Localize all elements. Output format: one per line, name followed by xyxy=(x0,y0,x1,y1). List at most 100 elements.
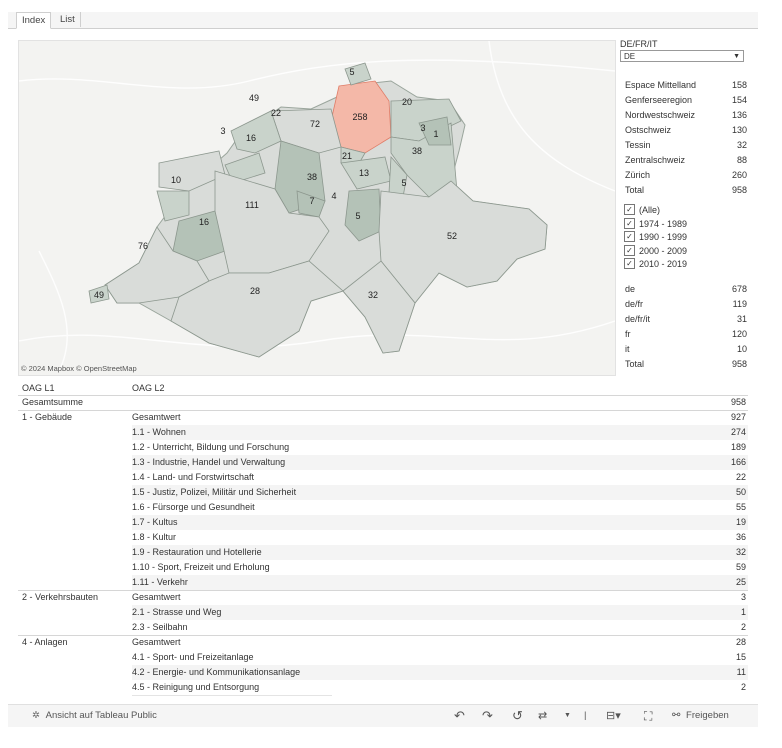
map-attribution[interactable]: © 2024 Mapbox © OpenStreetMap xyxy=(21,364,137,373)
count-cell: 11 xyxy=(736,667,746,677)
label-graubuenden: 52 xyxy=(447,231,457,241)
count-cell: 274 xyxy=(730,427,746,437)
redo-icon[interactable]: ↷ xyxy=(482,705,493,727)
region-row[interactable]: Espace Mittelland 158 xyxy=(625,78,747,93)
label-valais: 28 xyxy=(250,286,260,296)
table-row[interactable]: 1.10 - Sport, Freizeit und Erholung 59 xyxy=(18,560,748,575)
table-row[interactable]: 1.3 - Industrie, Handel und Verwaltung 16… xyxy=(18,455,748,470)
language-row[interactable]: Total 958 xyxy=(625,357,747,372)
oag-l2-cell: 4.1 - Sport- und Freizeitanlage xyxy=(132,652,254,662)
label-geneva: 49 xyxy=(94,290,104,300)
checkbox-checked-icon[interactable]: ✓ xyxy=(624,204,635,216)
language-filter-title: DE/FR/IT xyxy=(620,39,658,49)
label-stgallen: 38 xyxy=(412,146,422,156)
tab-index[interactable]: Index xyxy=(16,12,52,29)
label-uri: 5 xyxy=(355,211,360,221)
share-icon: ⚯ xyxy=(672,710,681,721)
refresh-dropdown-icon[interactable]: ▼ xyxy=(564,705,571,727)
table-row[interactable]: 1.8 - Kultur 36 xyxy=(18,530,748,545)
undo-icon[interactable]: ↶ xyxy=(454,705,465,727)
region-row[interactable]: Total 958 xyxy=(625,183,747,198)
label-appenzell-ar: 3 xyxy=(420,123,425,133)
label-glarus: 5 xyxy=(401,178,406,188)
table-row[interactable]: 2.3 - Seilbahn 2 xyxy=(18,620,748,635)
fullscreen-icon[interactable]: ⛶ xyxy=(644,705,652,727)
count-cell: 927 xyxy=(730,412,746,422)
table-row[interactable]: 1.2 - Unterricht, Bildung und Forschung 1… xyxy=(18,440,748,455)
label-schaffhausen: 5 xyxy=(349,67,354,77)
oag-l2-cell: 1.7 - Kultus xyxy=(132,517,178,527)
region-value: 158 xyxy=(731,80,747,90)
count-cell: 32 xyxy=(735,547,746,557)
table-row[interactable]: 1.1 - Wohnen 274 xyxy=(18,425,748,440)
period-checkbox[interactable]: ✓ (Alle) xyxy=(624,204,660,217)
table-row[interactable]: 1.7 - Kultus 19 xyxy=(18,515,748,530)
language-row[interactable]: it 10 xyxy=(625,342,747,357)
region-row[interactable]: Genferseeregion 154 xyxy=(625,93,747,108)
oag-l2-cell: 4.2 - Energie- und Kommunikationsanlage xyxy=(132,667,301,677)
label-fribourg: 16 xyxy=(199,217,209,227)
region-row[interactable]: Tessin 32 xyxy=(625,138,747,153)
table-row[interactable]: 1.6 - Fürsorge und Gesundheit 55 xyxy=(18,500,748,515)
checkbox-checked-icon[interactable]: ✓ xyxy=(624,217,635,229)
oag-l2-cell: 1.4 - Land- und Forstwirtschaft xyxy=(132,472,255,482)
checkbox-checked-icon[interactable]: ✓ xyxy=(624,244,635,256)
region-value: 154 xyxy=(731,95,747,105)
table-row[interactable]: 2 - Verkehrsbauten Gesamtwert 3 xyxy=(18,590,748,605)
grand-total-value: 958 xyxy=(730,397,746,407)
label-obwalden: 7 xyxy=(309,196,314,206)
language-value: 120 xyxy=(731,329,747,339)
period-label: 1990 - 1999 xyxy=(639,232,688,242)
share-label: Freigeben xyxy=(686,710,729,721)
tab-list[interactable]: List xyxy=(55,12,81,27)
table-row[interactable]: 4 - Anlagen Gesamtwert 28 xyxy=(18,635,748,650)
table-row[interactable]: 1.5 - Justiz, Polizei, Militär und Siche… xyxy=(18,485,748,500)
period-label: 2000 - 2009 xyxy=(639,245,688,256)
region-value: 88 xyxy=(736,155,747,165)
checkbox-checked-icon[interactable]: ✓ xyxy=(624,258,635,270)
label-zug: 21 xyxy=(342,151,352,161)
share-button[interactable]: ⚯ Freigeben xyxy=(672,705,729,727)
count-cell: 2 xyxy=(740,682,746,692)
view-on-tableau-public-button[interactable]: ✲ Ansicht auf Tableau Public xyxy=(32,705,157,727)
checkbox-checked-icon[interactable]: ✓ xyxy=(624,231,635,243)
download-icon[interactable]: ⊟▾ xyxy=(606,705,621,727)
period-checkbox[interactable]: ✓ 2010 - 2019 xyxy=(624,258,687,271)
region-row[interactable]: Zentralschweiz 88 xyxy=(625,153,747,168)
language-select[interactable]: DE ▼ xyxy=(620,50,744,62)
language-value: 958 xyxy=(731,359,747,369)
period-checkbox[interactable]: ✓ 2000 - 2009 xyxy=(624,244,688,258)
period-checkbox[interactable]: ✓ 1974 - 1989 xyxy=(624,217,688,231)
label-jura-small: 3 xyxy=(220,126,225,136)
language-row[interactable]: de/fr/it 31 xyxy=(625,312,747,327)
table-row[interactable]: 1.4 - Land- und Forstwirtschaft 22 xyxy=(18,470,748,485)
language-value: 31 xyxy=(736,314,747,324)
language-row[interactable]: fr 120 xyxy=(625,327,747,342)
table-row[interactable]: 1 - Gebäude Gesamtwert 927 xyxy=(18,410,748,425)
revert-icon[interactable]: ↺ xyxy=(512,705,523,727)
language-row[interactable]: de/fr 119 xyxy=(625,297,747,312)
table-row[interactable]: 4.1 - Sport- und Freizeitanlage 15 xyxy=(18,650,748,665)
table-row[interactable]: 2.1 - Strasse und Weg 1 xyxy=(18,605,748,620)
region-value: 32 xyxy=(736,140,747,150)
oag-l2-cell: Gesamtwert xyxy=(132,412,181,422)
table-row[interactable]: 4.5 - Reinigung und Entsorgung 2 xyxy=(18,680,748,695)
map-canvas[interactable]: 258 20 72 22 49 3 16 5 3 1 38 21 13 38 5… xyxy=(19,41,615,375)
table-row[interactable]: 1.9 - Restauration und Hotellerie 32 xyxy=(18,545,748,560)
header-oag-l2[interactable]: OAG L2 xyxy=(132,382,165,395)
canton-map[interactable]: 258 20 72 22 49 3 16 5 3 1 38 21 13 38 5… xyxy=(18,40,616,376)
table-row[interactable]: 1.11 - Verkehr 25 xyxy=(18,575,748,590)
table-row[interactable]: 4.2 - Energie- und Kommunikationsanlage 1… xyxy=(18,665,748,680)
refresh-icon[interactable]: ⇄ xyxy=(538,705,547,727)
language-name: it xyxy=(625,344,630,354)
period-checkbox[interactable]: ✓ 1990 - 1999 xyxy=(624,231,687,244)
header-oag-l1[interactable]: OAG L1 xyxy=(22,382,55,395)
region-name: Nordwestschweiz xyxy=(625,110,696,120)
region-row[interactable]: Zürich 260 xyxy=(625,168,747,183)
region-row[interactable]: Nordwestschweiz 136 xyxy=(625,108,747,123)
language-row[interactable]: de 678 xyxy=(625,282,747,297)
view-on-tableau-label: Ansicht auf Tableau Public xyxy=(45,710,157,721)
period-label: 1974 - 1989 xyxy=(639,218,688,229)
label-zurich: 258 xyxy=(352,112,367,122)
region-row[interactable]: Ostschweiz 130 xyxy=(625,123,747,138)
